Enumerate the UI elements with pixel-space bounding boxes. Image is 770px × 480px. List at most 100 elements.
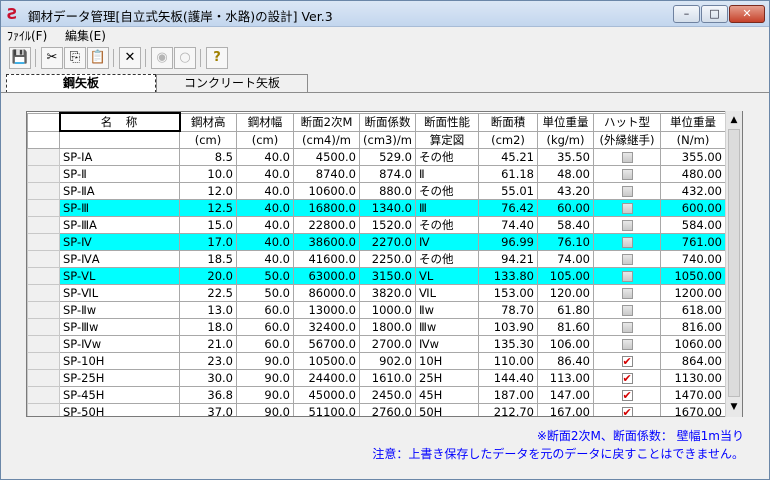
unchecked-checkbox-icon[interactable]	[621, 270, 633, 282]
cell-unit-weight-n[interactable]: 864.00	[660, 351, 726, 370]
cell-moment[interactable]: 13000.0	[293, 300, 360, 319]
cell-width[interactable]: 50.0	[236, 266, 294, 285]
cell-section-figure[interactable]: Ⅲ	[415, 198, 479, 217]
cell-section-figure[interactable]: Ⅱ	[415, 164, 479, 183]
scroll-up-icon[interactable]: ▲	[726, 112, 742, 128]
table-row[interactable]: SP-Ⅱw 13.0 60.0 13000.0 1000.0 Ⅱw 78.70 61.80 61…	[27, 300, 726, 319]
cell-height[interactable]: 18.0	[179, 317, 237, 336]
cell-section-figure[interactable]: ⅥL	[415, 283, 479, 302]
cell-name[interactable]: SP-50H	[59, 402, 180, 416]
delete-icon[interactable]: ✕	[119, 47, 141, 69]
checked-checkbox-icon[interactable]: ✔	[621, 389, 633, 401]
cell-area[interactable]: 76.42	[478, 198, 538, 217]
cell-unit-weight-kg[interactable]: 60.00	[537, 198, 594, 217]
cell-name[interactable]: SP-Ⅲ	[59, 198, 180, 217]
cell-width[interactable]: 40.0	[236, 181, 294, 200]
paste-icon[interactable]: 📋	[87, 47, 109, 69]
table-row[interactable]: SP-Ⅱ 10.0 40.0 8740.0 874.0 Ⅱ 61.18 48.00 480.00	[27, 164, 726, 183]
table-row[interactable]: SP-10H 23.0 90.0 10500.0 902.0 10H 110.00 86.40…	[27, 351, 726, 370]
table-row[interactable]: SP-ⅤL 20.0 50.0 63000.0 3150.0 ⅤL 133.80 105.00…	[27, 266, 726, 285]
cell-unit-weight-n[interactable]: 618.00	[660, 300, 726, 319]
cell-moment[interactable]: 51100.0	[293, 402, 360, 416]
unchecked-checkbox-icon[interactable]	[621, 151, 633, 163]
radio-unselected-icon[interactable]: ○	[174, 47, 196, 69]
cell-unit-weight-n[interactable]: 1050.00	[660, 266, 726, 285]
unchecked-checkbox-icon[interactable]	[621, 236, 633, 248]
cell-area[interactable]: 94.21	[478, 249, 538, 268]
copy-icon[interactable]: ⎘	[64, 47, 86, 69]
cell-moment[interactable]: 22800.0	[293, 215, 360, 234]
cell-name[interactable]: SP-25H	[59, 368, 180, 387]
cell-width[interactable]: 60.0	[236, 334, 294, 353]
save-icon[interactable]: 💾	[9, 47, 31, 69]
cell-area[interactable]: 153.00	[478, 283, 538, 302]
table-row[interactable]: SP-ⅢA 15.0 40.0 22800.0 1520.0 その他 74.40 58.40 5…	[27, 215, 726, 234]
cell-modulus[interactable]: 1000.0	[359, 300, 416, 319]
help-icon[interactable]: ?	[206, 47, 228, 69]
table-row[interactable]: SP-25H 30.0 90.0 24400.0 1610.0 25H 144.40 113.…	[27, 368, 726, 387]
cell-hat-type[interactable]	[593, 147, 661, 166]
cell-height[interactable]: 17.0	[179, 232, 237, 251]
unchecked-checkbox-icon[interactable]	[621, 321, 633, 333]
cell-moment[interactable]: 10600.0	[293, 181, 360, 200]
table-row[interactable]: SP-50H 37.0 90.0 51100.0 2760.0 50H 212.70 167.…	[27, 402, 726, 416]
cell-section-figure[interactable]: Ⅳw	[415, 334, 479, 353]
cell-name[interactable]: SP-Ⅱ	[59, 164, 180, 183]
unchecked-checkbox-icon[interactable]	[621, 185, 633, 197]
cell-name[interactable]: SP-ⅣA	[59, 249, 180, 268]
cell-width[interactable]: 40.0	[236, 147, 294, 166]
cell-section-figure[interactable]: その他	[415, 249, 479, 268]
cell-width[interactable]: 90.0	[236, 385, 294, 404]
cell-height[interactable]: 13.0	[179, 300, 237, 319]
cell-unit-weight-n[interactable]: 432.00	[660, 181, 726, 200]
cell-area[interactable]: 55.01	[478, 181, 538, 200]
scroll-thumb[interactable]	[728, 129, 740, 397]
cell-unit-weight-kg[interactable]: 81.60	[537, 317, 594, 336]
cell-moment[interactable]: 32400.0	[293, 317, 360, 336]
cell-modulus[interactable]: 529.0	[359, 147, 416, 166]
cell-moment[interactable]: 8740.0	[293, 164, 360, 183]
cell-unit-weight-n[interactable]: 584.00	[660, 215, 726, 234]
cell-height[interactable]: 36.8	[179, 385, 237, 404]
cell-moment[interactable]: 38600.0	[293, 232, 360, 251]
cell-modulus[interactable]: 3820.0	[359, 283, 416, 302]
cell-unit-weight-kg[interactable]: 120.00	[537, 283, 594, 302]
cell-height[interactable]: 23.0	[179, 351, 237, 370]
cell-section-figure[interactable]: その他	[415, 181, 479, 200]
row-header[interactable]	[27, 198, 60, 217]
table-row[interactable]: SP-ⅥL 22.5 50.0 86000.0 3820.0 ⅥL 153.00 120.00…	[27, 283, 726, 302]
cell-section-figure[interactable]: ⅤL	[415, 266, 479, 285]
table-row[interactable]: SP-ⅡA 12.0 40.0 10600.0 880.0 その他 55.01 43.20 43…	[27, 181, 726, 200]
cell-hat-type[interactable]: ✔	[593, 368, 661, 387]
cell-hat-type[interactable]: ✔	[593, 385, 661, 404]
cell-modulus[interactable]: 880.0	[359, 181, 416, 200]
row-header[interactable]	[27, 334, 60, 353]
menu-file[interactable]: ﾌｧｲﾙ(F)	[7, 28, 47, 44]
table-row[interactable]: SP-ⅠA 8.5 40.0 4500.0 529.0 その他 45.21 35.50 355.…	[27, 147, 726, 166]
row-header[interactable]	[27, 283, 60, 302]
unchecked-checkbox-icon[interactable]	[621, 287, 633, 299]
cell-width[interactable]: 40.0	[236, 215, 294, 234]
cell-height[interactable]: 21.0	[179, 334, 237, 353]
cell-section-figure[interactable]: 50H	[415, 402, 479, 416]
cell-name[interactable]: SP-Ⅳ	[59, 232, 180, 251]
row-header[interactable]	[27, 368, 60, 387]
cut-icon[interactable]: ✂	[41, 47, 63, 69]
cell-modulus[interactable]: 1520.0	[359, 215, 416, 234]
row-header[interactable]	[27, 232, 60, 251]
cell-modulus[interactable]: 2760.0	[359, 402, 416, 416]
cell-width[interactable]: 60.0	[236, 317, 294, 336]
cell-unit-weight-n[interactable]: 1060.00	[660, 334, 726, 353]
vertical-scrollbar[interactable]: ▲ ▼	[725, 111, 742, 417]
cell-modulus[interactable]: 2270.0	[359, 232, 416, 251]
row-header[interactable]	[27, 300, 60, 319]
cell-height[interactable]: 10.0	[179, 164, 237, 183]
tab-concrete-sheet-pile[interactable]: コンクリート矢板	[156, 74, 308, 93]
cell-section-figure[interactable]: 45H	[415, 385, 479, 404]
cell-modulus[interactable]: 2700.0	[359, 334, 416, 353]
cell-height[interactable]: 8.5	[179, 147, 237, 166]
cell-hat-type[interactable]	[593, 317, 661, 336]
cell-height[interactable]: 12.5	[179, 198, 237, 217]
cell-modulus[interactable]: 2450.0	[359, 385, 416, 404]
cell-hat-type[interactable]	[593, 266, 661, 285]
